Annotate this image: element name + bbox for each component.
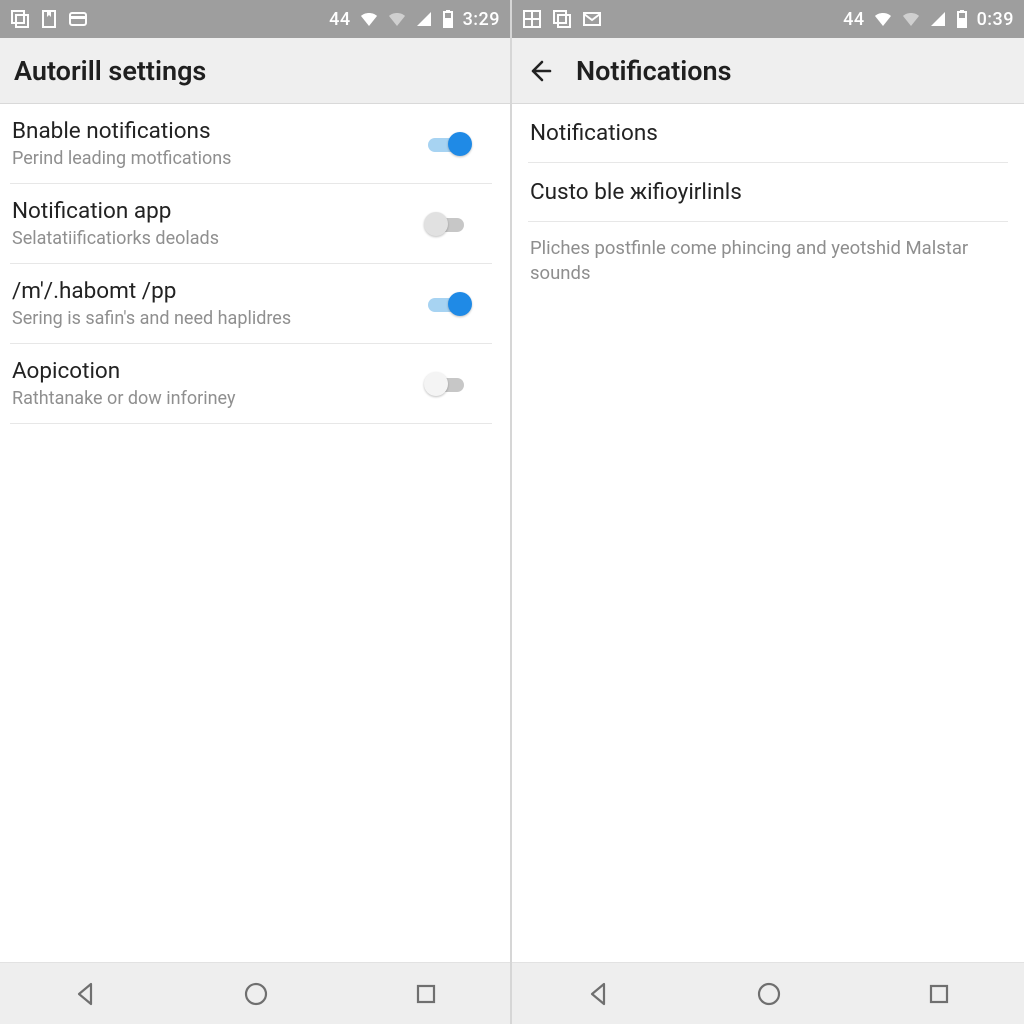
appbar-left: Autorill settings [0, 38, 510, 104]
card-icon [68, 9, 88, 29]
setting-row-enable-notifications[interactable]: Bnable notifications Perind leading motf… [10, 104, 492, 184]
setting-title: Bnable notifications [12, 118, 231, 144]
appbar-right: Notifications [512, 38, 1024, 104]
nav-back-icon[interactable] [584, 980, 612, 1008]
statusbar-right-cluster-right: 44 0:39 [843, 9, 1014, 30]
cell-signal-icon [415, 10, 433, 28]
square-overlap-icon [10, 9, 30, 29]
toggle-notification-app[interactable] [422, 209, 474, 239]
phone-left: 44 3:29 Autorill settings [0, 0, 512, 1024]
statusbar-right-cluster-left: 44 3:29 [329, 9, 500, 30]
toggle-habomt[interactable] [422, 289, 474, 319]
setting-text: Bnable notifications Perind leading motf… [12, 118, 231, 169]
mail-icon [582, 10, 602, 28]
dual-phone-stage: 44 3:29 Autorill settings [0, 0, 1024, 1024]
setting-text: Notification app Selatatiificatiorks deo… [12, 198, 219, 249]
statusbar-number: 44 [329, 9, 350, 30]
notifications-list: Notifications Custo ble жifioyirlinls Pl… [512, 104, 1024, 300]
setting-subtitle: Perind leading motfications [12, 148, 231, 169]
nav-home-icon[interactable] [242, 980, 270, 1008]
wifi-icon [873, 10, 893, 28]
navbar-right [512, 962, 1024, 1024]
content-right[interactable]: Notifications Custo ble жifioyirlinls Pl… [512, 104, 1024, 962]
list-item-label: Notifications [530, 120, 658, 146]
battery-icon [441, 9, 455, 29]
statusbar-right: 44 0:39 [512, 0, 1024, 38]
back-button[interactable] [526, 57, 554, 85]
wifi-dim-icon [387, 10, 407, 28]
setting-subtitle: Selatatiificatiorks deolads [12, 228, 219, 249]
setting-title: Notification app [12, 198, 219, 224]
bookmark-icon [40, 9, 58, 29]
statusbar-left: 44 3:29 [0, 0, 510, 38]
setting-row-habomt[interactable]: /m'/.habomt /pp Sering is safin's and ne… [10, 264, 492, 344]
navbar-left [0, 962, 510, 1024]
statusbar-time: 0:39 [977, 9, 1014, 30]
wifi-icon [359, 10, 379, 28]
settings-list: Bnable notifications Perind leading motf… [0, 104, 510, 424]
setting-text: Aopicotion Rathtanake or dow inforiney [12, 358, 236, 409]
description-text: Pliches postfinle come phincing and yeot… [528, 222, 1008, 300]
setting-title: Aopicotion [12, 358, 236, 384]
setting-title: /m'/.habomt /pp [12, 278, 291, 304]
setting-text: /m'/.habomt /pp Sering is safin's and ne… [12, 278, 291, 329]
page-title: Autorill settings [14, 55, 206, 87]
statusbar-left-icons [10, 9, 88, 29]
statusbar-left-icons [522, 9, 602, 29]
battery-icon [955, 9, 969, 29]
page-title: Notifications [576, 55, 732, 87]
nav-back-icon[interactable] [71, 980, 99, 1008]
toggle-aopicotion[interactable] [422, 369, 474, 399]
phone-right: 44 0:39 Notifications [512, 0, 1024, 1024]
setting-subtitle: Sering is safin's and need haplidres [12, 308, 291, 329]
statusbar-number: 44 [843, 9, 864, 30]
square-overlap-icon [552, 9, 572, 29]
toggle-enable-notifications[interactable] [422, 129, 474, 159]
list-item-notifications[interactable]: Notifications [528, 104, 1008, 163]
nav-recent-icon[interactable] [413, 981, 439, 1007]
setting-row-notification-app[interactable]: Notification app Selatatiificatiorks deo… [10, 184, 492, 264]
grid-icon [522, 9, 542, 29]
cell-signal-icon [929, 10, 947, 28]
nav-home-icon[interactable] [755, 980, 783, 1008]
setting-subtitle: Rathtanake or dow inforiney [12, 388, 236, 409]
list-item-custo[interactable]: Custo ble жifioyirlinls [528, 163, 1008, 222]
list-item-label: Custo ble жifioyirlinls [530, 179, 742, 205]
statusbar-time: 3:29 [463, 9, 500, 30]
content-left[interactable]: Bnable notifications Perind leading motf… [0, 104, 510, 962]
setting-row-aopicotion[interactable]: Aopicotion Rathtanake or dow inforiney [10, 344, 492, 424]
nav-recent-icon[interactable] [926, 981, 952, 1007]
wifi-dim-icon [901, 10, 921, 28]
